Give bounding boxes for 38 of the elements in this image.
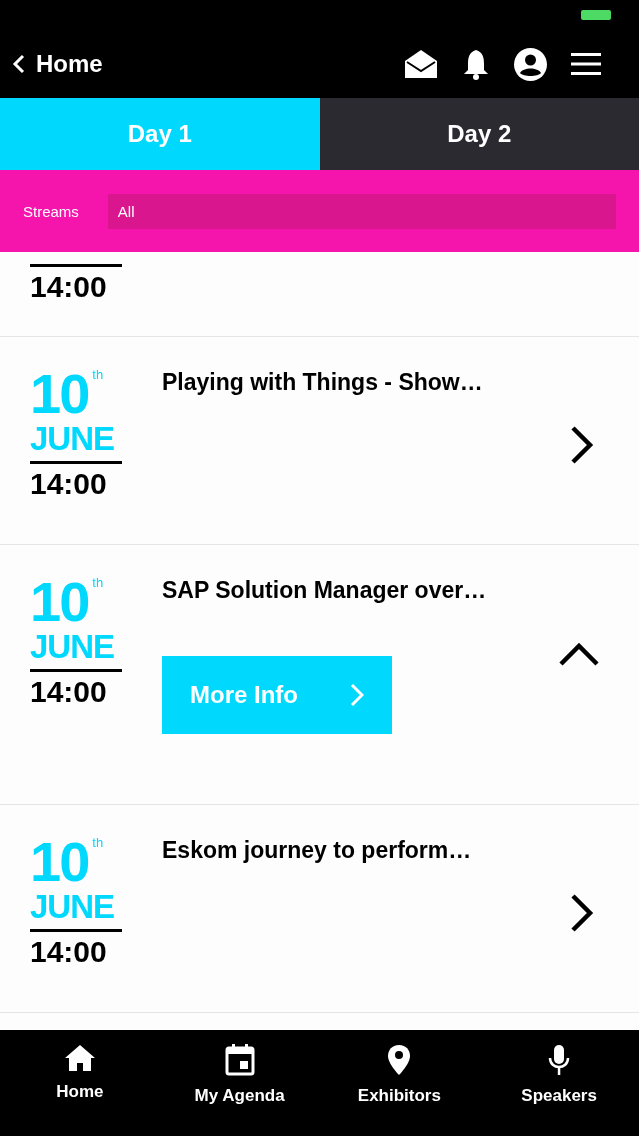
chevron-right-icon: [350, 683, 364, 707]
session-time: 14:00: [30, 466, 108, 502]
chevron-right-icon[interactable]: [569, 893, 595, 933]
streams-label: Streams: [23, 202, 79, 220]
menu-icon[interactable]: [571, 53, 601, 75]
session-day: 10: [30, 835, 89, 889]
session-title: SAP Solution Manager over…: [162, 577, 487, 604]
map-pin-icon: [387, 1044, 412, 1076]
battery-icon: [581, 10, 611, 20]
calendar-icon: [224, 1044, 255, 1076]
nav-tab[interactable]: Home: [9, 1044, 150, 1136]
bell-icon[interactable]: [462, 48, 490, 80]
back-chevron-icon: [12, 54, 26, 74]
nav-tab[interactable]: My Agenda: [169, 1044, 310, 1136]
back-link[interactable]: Home: [12, 50, 103, 78]
day-tab[interactable]: Day 2: [319, 98, 639, 170]
session-time: 14:00: [30, 674, 108, 710]
session-day: 10: [30, 575, 89, 629]
session-title: Playing with Things - Show…: [162, 369, 483, 396]
nav-tab[interactable]: Speakers: [489, 1044, 630, 1136]
session-month: JUNE: [30, 421, 116, 457]
session-title: Eskom journey to perform…: [162, 837, 472, 864]
chevron-up-icon[interactable]: [559, 642, 599, 666]
day-suffix: th: [92, 575, 104, 590]
session-month: JUNE: [30, 889, 116, 925]
session-time: 14:00: [30, 934, 108, 970]
session-time: 14:00: [30, 269, 108, 305]
session-month: JUNE: [30, 629, 116, 665]
envelope-icon[interactable]: [404, 49, 438, 79]
microphone-icon: [547, 1044, 572, 1076]
day-suffix: th: [92, 835, 104, 850]
profile-icon[interactable]: [514, 47, 547, 81]
home-icon: [63, 1044, 96, 1072]
nav-tab[interactable]: Exhibitors: [329, 1044, 470, 1136]
day-suffix: th: [92, 367, 104, 382]
chevron-right-icon[interactable]: [569, 425, 595, 465]
session-day: 10: [30, 367, 89, 421]
streams-dropdown[interactable]: All: [107, 193, 616, 229]
